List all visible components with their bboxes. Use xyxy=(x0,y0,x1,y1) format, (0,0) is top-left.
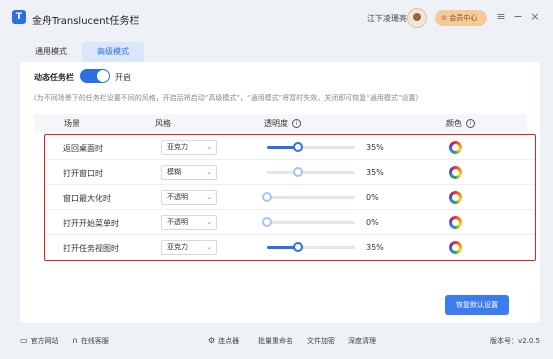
minimize-button[interactable]: − xyxy=(512,10,524,24)
slider-thumb[interactable] xyxy=(262,217,272,227)
color-wheel-icon[interactable] xyxy=(449,216,462,229)
color-wheel-icon[interactable] xyxy=(449,191,462,204)
info-icon[interactable]: i xyxy=(466,119,475,128)
avatar[interactable] xyxy=(407,8,427,28)
opacity-value: 0% xyxy=(366,218,379,227)
table-header: 场景 风格 透明度 i 颜色 i xyxy=(34,114,527,132)
opacity-value: 35% xyxy=(366,243,384,252)
deep-clean-link[interactable]: 深度清理 xyxy=(348,336,376,346)
batch-rename-link[interactable]: 批量重命名 xyxy=(258,336,293,346)
style-select[interactable]: 不透明 ⌄ xyxy=(161,215,217,230)
chevron-down-icon: ⌄ xyxy=(206,218,212,226)
style-value: 亚克力 xyxy=(167,243,188,251)
file-encrypt-link[interactable]: 文件加密 xyxy=(307,336,335,346)
chevron-down-icon: ⌄ xyxy=(206,143,212,151)
color-wheel-icon[interactable] xyxy=(449,166,462,179)
app-title: 金舟Translucent任务栏 xyxy=(32,16,140,27)
dynamic-taskbar-label: 动态任务栏 xyxy=(34,73,74,82)
table-row: 打开开始菜单时 不透明 ⌄ 0% xyxy=(45,210,534,235)
auto-clicker-label: 连点器 xyxy=(218,337,240,345)
slider-thumb[interactable] xyxy=(262,192,272,202)
style-value: 模糊 xyxy=(167,168,181,176)
toggle-state-label: 开启 xyxy=(115,73,131,82)
chevron-down-icon: ⌄ xyxy=(206,243,212,251)
advanced-panel: 动态任务栏 开启 (为不同场景下的任务栏设置不同的风格，开启后将启动“高级模式”… xyxy=(20,62,540,323)
version-label: 版本号：v2.0.5 xyxy=(490,337,540,345)
header-style: 风格 xyxy=(155,119,171,128)
style-value: 亚克力 xyxy=(167,143,188,151)
online-service-link[interactable]: ∩ 在线客服 xyxy=(72,336,109,346)
color-wheel-icon[interactable] xyxy=(449,141,462,154)
tab-advanced-mode[interactable]: 高级模式 xyxy=(82,42,144,62)
opacity-slider[interactable] xyxy=(267,242,355,252)
crown-icon: ♔ xyxy=(441,14,448,22)
opacity-slider[interactable] xyxy=(262,192,355,202)
opacity-value: 35% xyxy=(366,168,384,177)
scene-name: 打开窗口时 xyxy=(63,169,103,178)
close-button[interactable]: × xyxy=(529,10,541,24)
scene-name: 打开开始菜单时 xyxy=(63,219,119,228)
vip-center-button[interactable]: ♔ 会员中心 xyxy=(435,10,487,26)
table-row: 打开任务视图时 亚克力 ⌄ 35% xyxy=(45,235,534,260)
style-value: 不透明 xyxy=(167,218,188,226)
chevron-down-icon: ⌄ xyxy=(206,168,212,176)
official-site-link[interactable]: ▭ 官方网站 xyxy=(20,336,59,346)
tab-general-mode[interactable]: 通用模式 xyxy=(20,42,82,62)
menu-icon[interactable]: ≡ xyxy=(495,10,507,24)
scene-name: 窗口最大化时 xyxy=(63,194,111,203)
dynamic-taskbar-toggle[interactable] xyxy=(80,69,110,83)
scene-name: 打开任务视图时 xyxy=(63,244,119,253)
scene-rows: 返回桌面时 亚克力 ⌄ 35% 打开窗口时 模糊 ⌄ 35% 窗口最大化时 不透明 ⌄… xyxy=(44,134,536,261)
opacity-slider[interactable] xyxy=(267,142,355,152)
app-logo-icon: T xyxy=(12,10,26,24)
toggle-knob xyxy=(97,70,109,82)
color-wheel-icon[interactable] xyxy=(449,241,462,254)
style-select[interactable]: 亚克力 ⌄ xyxy=(161,240,217,255)
info-icon[interactable]: i xyxy=(292,119,301,128)
table-row: 打开窗口时 模糊 ⌄ 35% xyxy=(45,160,534,185)
headset-icon: ∩ xyxy=(72,336,78,345)
auto-clicker-link[interactable]: ⚙ 连点器 xyxy=(208,336,239,346)
online-service-label: 在线客服 xyxy=(80,337,109,345)
slider-thumb[interactable] xyxy=(292,242,303,252)
table-row: 窗口最大化时 不透明 ⌄ 0% xyxy=(45,185,534,210)
opacity-value: 35% xyxy=(366,143,384,152)
color-label: 颜色 xyxy=(446,119,462,128)
hint-text: (为不同场景下的任务栏设置不同的风格，开启后将启动“高级模式”，“通用模式”将暂… xyxy=(34,94,419,102)
restore-defaults-button[interactable]: 恢复默认设置 xyxy=(445,295,509,315)
style-select[interactable]: 亚克力 ⌄ xyxy=(161,140,217,155)
slider-thumb[interactable] xyxy=(292,142,303,152)
style-select[interactable]: 不透明 ⌄ xyxy=(161,190,217,205)
opacity-slider[interactable] xyxy=(262,217,355,227)
user-name[interactable]: 江下凌珊亮 xyxy=(367,13,407,24)
gear-icon: ⚙ xyxy=(208,336,216,345)
header-color: 颜色 i xyxy=(446,118,475,129)
opacity-value: 0% xyxy=(366,193,379,202)
vip-label: 会员中心 xyxy=(449,14,478,22)
opacity-slider[interactable] xyxy=(267,167,355,177)
chevron-down-icon: ⌄ xyxy=(206,193,212,201)
slider-thumb[interactable] xyxy=(292,167,303,177)
monitor-icon: ▭ xyxy=(20,336,28,345)
official-site-label: 官方网站 xyxy=(30,337,59,345)
style-value: 不透明 xyxy=(167,193,188,201)
style-select[interactable]: 模糊 ⌄ xyxy=(161,165,217,180)
scene-name: 返回桌面时 xyxy=(63,144,103,153)
title-bar: T 金舟Translucent任务栏 江下凌珊亮 ♔ 会员中心 ≡ − × xyxy=(0,0,553,38)
opacity-label: 透明度 xyxy=(264,119,288,128)
table-row: 返回桌面时 亚克力 ⌄ 35% xyxy=(45,135,534,160)
header-scene: 场景 xyxy=(64,119,80,128)
footer: ▭ 官方网站 ∩ 在线客服 ⚙ 连点器 批量重命名 文件加密 深度清理 版本号：v2.… xyxy=(0,330,553,352)
header-opacity: 透明度 i xyxy=(264,118,301,129)
